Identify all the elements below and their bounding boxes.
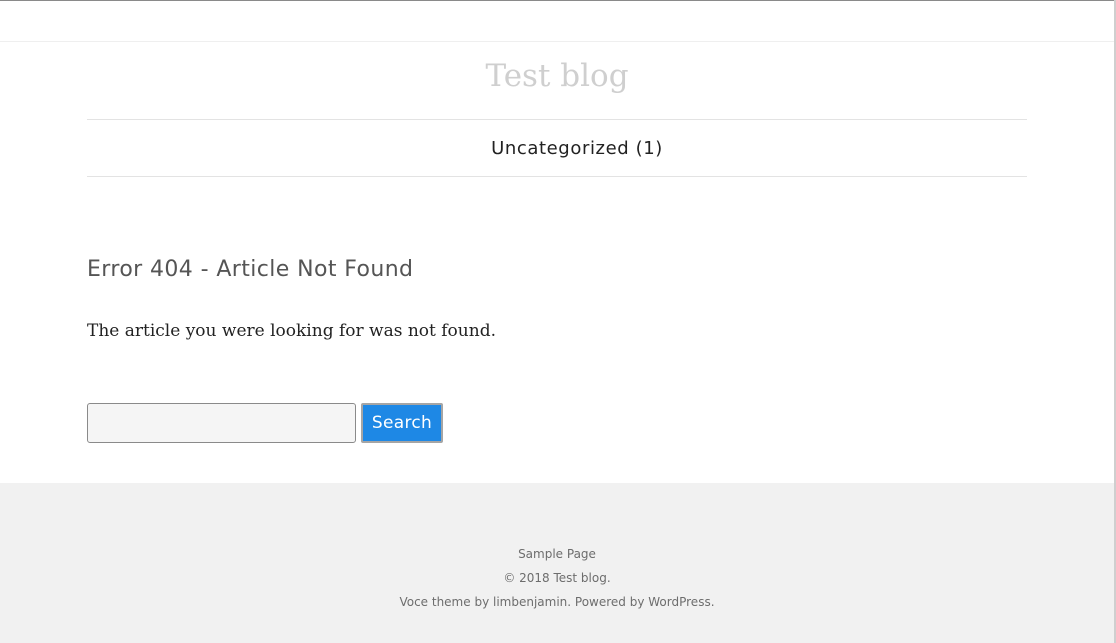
search-button[interactable]: Search [361, 403, 443, 443]
theme-credit-prefix: Voce theme by [399, 595, 493, 609]
footer-nav: Sample Page [0, 546, 1114, 562]
footer-site-link[interactable]: Test blog [553, 571, 606, 585]
nav-item-uncategorized[interactable]: Uncategorized (1) [491, 138, 663, 159]
footer-credits: Voce theme by limbenjamin. Powered by Wo… [0, 594, 1114, 610]
category-nav: Uncategorized (1) [87, 119, 1027, 177]
powered-by-suffix: . [710, 595, 715, 609]
footer-link-sample-page[interactable]: Sample Page [518, 547, 596, 561]
search-input[interactable] [87, 403, 356, 443]
page-title: Error 404 - Article Not Found [87, 257, 414, 282]
theme-author-link[interactable]: limbenjamin [493, 595, 567, 609]
top-bar [0, 1, 1114, 42]
copyright-prefix: © 2018 [503, 571, 554, 585]
powered-by-prefix: . Powered by [567, 595, 649, 609]
copyright-suffix: . [606, 571, 611, 585]
error-message: The article you were looking for was not… [87, 321, 496, 341]
wordpress-link[interactable]: WordPress [648, 595, 710, 609]
footer-copyright: © 2018 Test blog. [0, 570, 1114, 586]
site-title[interactable]: Test blog [0, 56, 1114, 96]
footer: Sample Page © 2018 Test blog. Voce theme… [0, 483, 1114, 643]
